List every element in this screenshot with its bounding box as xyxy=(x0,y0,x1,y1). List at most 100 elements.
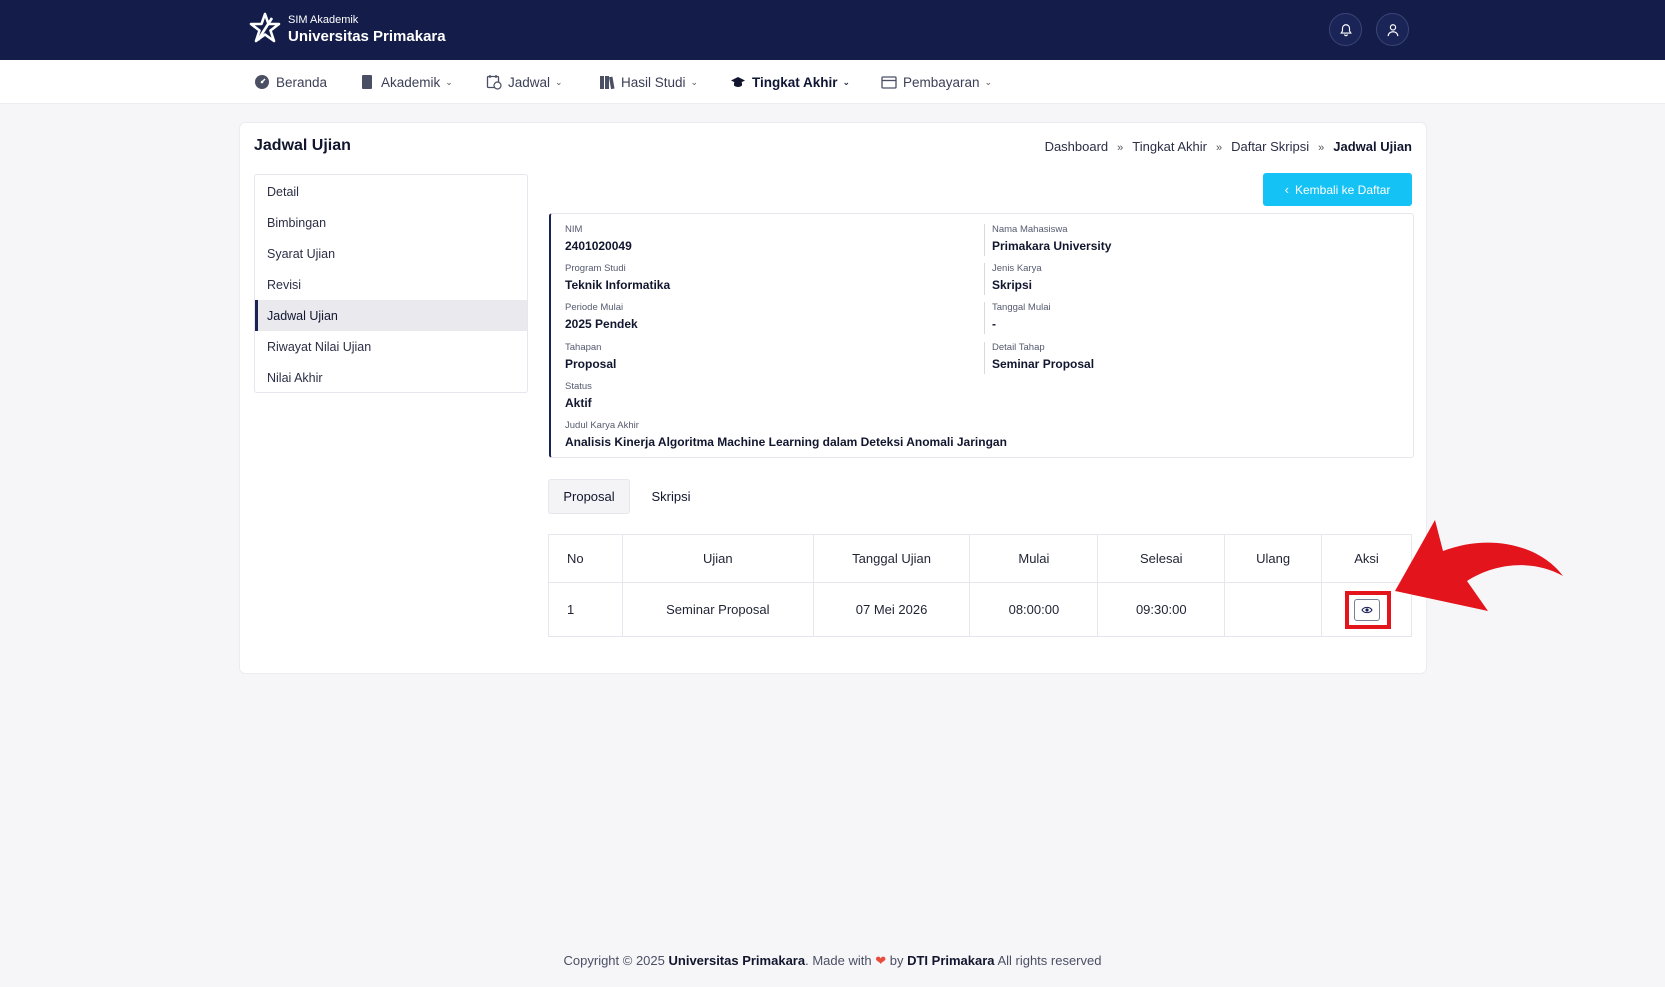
field-label: Program Studi xyxy=(565,263,626,274)
nav-tingkat-akhir[interactable]: Tingkat Akhir ⌄ xyxy=(730,60,850,104)
back-button-label: Kembali ke Daftar xyxy=(1294,182,1391,197)
back-to-list-button[interactable]: ‹ Kembali ke Daftar xyxy=(1263,173,1412,206)
field-label: Tahapan xyxy=(565,342,602,353)
field-tahapan: Tahapan Proposal xyxy=(565,342,616,371)
chevron-down-icon: ⌄ xyxy=(445,76,453,87)
breadcrumb-current: Jadwal Ujian xyxy=(1333,139,1412,154)
field-label: Tanggal Mulai xyxy=(992,302,1051,313)
footer-rights: All rights reserved xyxy=(997,953,1102,968)
divider xyxy=(984,263,985,295)
heart-icon: ❤ xyxy=(875,953,887,968)
field-prodi: Program Studi Teknik Informatika xyxy=(565,263,670,292)
dashboard-icon xyxy=(255,75,269,89)
footer-dev: DTI Primakara xyxy=(907,953,995,968)
field-value: 2401020049 xyxy=(565,239,632,253)
field-value: Aktif xyxy=(565,396,592,410)
field-status: Status Aktif xyxy=(565,381,592,410)
nav-pembayaran[interactable]: Pembayaran ⌄ xyxy=(881,60,992,104)
nav-label: Hasil Studi xyxy=(621,74,686,90)
tab-proposal[interactable]: Proposal xyxy=(548,479,630,514)
col-selesai: Selesai xyxy=(1097,534,1226,583)
breadcrumb: Dashboard » Tingkat Akhir » Daftar Skripsi » J… xyxy=(1045,139,1412,154)
user-icon xyxy=(1387,23,1398,36)
field-value: Teknik Informatika xyxy=(565,278,671,292)
cell-mulai: 08:00:00 xyxy=(969,582,1099,637)
nav-label: Jadwal xyxy=(508,74,551,90)
breadcrumb-separator-icon: » xyxy=(1318,142,1325,154)
field-value: Proposal xyxy=(565,357,617,371)
annotation-arrow-icon xyxy=(1395,520,1563,611)
col-ujian: Ujian xyxy=(621,534,814,583)
nav-label: Tingkat Akhir xyxy=(752,74,838,90)
footer-made-with: . Made with xyxy=(805,953,872,968)
side-item-syarat-ujian[interactable]: Syarat Ujian xyxy=(255,238,527,269)
breadcrumb-separator-icon: » xyxy=(1215,142,1223,154)
field-label: Detail Tahap xyxy=(992,342,1045,353)
field-value: - xyxy=(992,317,996,331)
side-item-detail[interactable]: Detail xyxy=(255,176,527,207)
cell-ujian: Seminar Proposal xyxy=(621,582,814,637)
nav-label: Pembayaran xyxy=(903,74,980,90)
side-menu: Detail Bimbingan Syarat Ujian Revisi Jad… xyxy=(254,174,528,393)
side-item-jadwal-ujian[interactable]: Jadwal Ujian xyxy=(255,300,527,331)
field-nama: Nama Mahasiswa Primakara University xyxy=(984,224,1112,256)
calendar-clock-icon xyxy=(486,75,502,90)
col-no: No xyxy=(548,534,623,583)
field-periode: Periode Mulai 2025 Pendek xyxy=(565,302,638,331)
divider xyxy=(984,224,985,256)
col-tanggal: Tanggal Ujian xyxy=(812,534,971,583)
field-value: Primakara University xyxy=(992,239,1112,253)
brand[interactable]: SIM Akademik Universitas Primakara xyxy=(248,12,446,46)
footer: Copyright © 2025 Universitas Primakara. … xyxy=(0,953,1665,969)
card-icon xyxy=(881,76,897,89)
field-tanggal-mulai: Tanggal Mulai - xyxy=(984,302,1051,334)
nav-hasil-studi[interactable]: Hasil Studi ⌄ xyxy=(599,60,698,104)
cell-no: 1 xyxy=(548,582,623,637)
graduation-cap-icon xyxy=(731,77,745,87)
field-label: Nama Mahasiswa xyxy=(992,224,1068,235)
field-value: Skripsi xyxy=(992,278,1033,292)
books-icon xyxy=(600,76,615,90)
book-icon xyxy=(362,75,372,89)
table-header-row: No Ujian Tanggal Ujian Mulai Selesai Ula… xyxy=(548,534,1412,583)
cell-ulang xyxy=(1224,582,1323,637)
breadcrumb-daftar-skripsi[interactable]: Daftar Skripsi xyxy=(1231,139,1309,154)
top-header: SIM Akademik Universitas Primakara xyxy=(0,0,1665,60)
user-menu-button[interactable] xyxy=(1376,13,1409,46)
footer-copyright: Copyright © 2025 xyxy=(563,953,665,968)
cell-tanggal: 07 Mei 2026 xyxy=(812,582,971,637)
nav-jadwal[interactable]: Jadwal ⌄ xyxy=(486,60,563,104)
cell-selesai: 09:30:00 xyxy=(1097,582,1226,637)
nav-akademik[interactable]: Akademik ⌄ xyxy=(359,60,453,104)
chevron-down-icon: ⌄ xyxy=(984,76,993,87)
footer-by: by xyxy=(889,953,904,968)
breadcrumb-tingkat-akhir[interactable]: Tingkat Akhir xyxy=(1132,139,1207,154)
side-item-revisi[interactable]: Revisi xyxy=(255,269,527,300)
breadcrumb-separator-icon: » xyxy=(1117,142,1124,154)
footer-org: Universitas Primakara xyxy=(668,953,806,968)
chevron-down-icon: ⌄ xyxy=(842,76,851,87)
field-detail-tahap: Detail Tahap Seminar Proposal xyxy=(984,342,1095,374)
nav-beranda[interactable]: Beranda xyxy=(254,60,327,104)
tab-skripsi[interactable]: Skripsi xyxy=(636,479,706,514)
side-item-bimbingan[interactable]: Bimbingan xyxy=(255,207,527,238)
exam-schedule-table: No Ujian Tanggal Ujian Mulai Selesai Ula… xyxy=(548,534,1412,637)
breadcrumb-dashboard[interactable]: Dashboard xyxy=(1045,139,1109,154)
field-label: Periode Mulai xyxy=(565,302,624,313)
university-logo-icon xyxy=(249,12,281,43)
field-nim: NIM 2401020049 xyxy=(565,224,632,253)
bell-icon xyxy=(1339,23,1352,36)
field-value: 2025 Pendek xyxy=(565,317,638,331)
nav-label: Beranda xyxy=(276,74,328,90)
university-name: Universitas Primakara xyxy=(288,27,446,45)
side-item-nilai-akhir[interactable]: Nilai Akhir xyxy=(255,362,527,393)
field-value: Seminar Proposal xyxy=(992,357,1095,371)
page-title: Jadwal Ujian xyxy=(254,137,351,154)
field-label: Status xyxy=(565,381,592,392)
side-item-riwayat-nilai-ujian[interactable]: Riwayat Nilai Ujian xyxy=(255,331,527,362)
table-row: 1 Seminar Proposal 07 Mei 2026 08:00:00 … xyxy=(548,582,1412,637)
field-label: NIM xyxy=(565,224,583,235)
notification-button[interactable] xyxy=(1329,13,1362,46)
main-nav: Beranda Akademik ⌄ Jadwal ⌄ Hasil Studi … xyxy=(0,60,1665,104)
app-name: SIM Akademik xyxy=(288,13,359,26)
